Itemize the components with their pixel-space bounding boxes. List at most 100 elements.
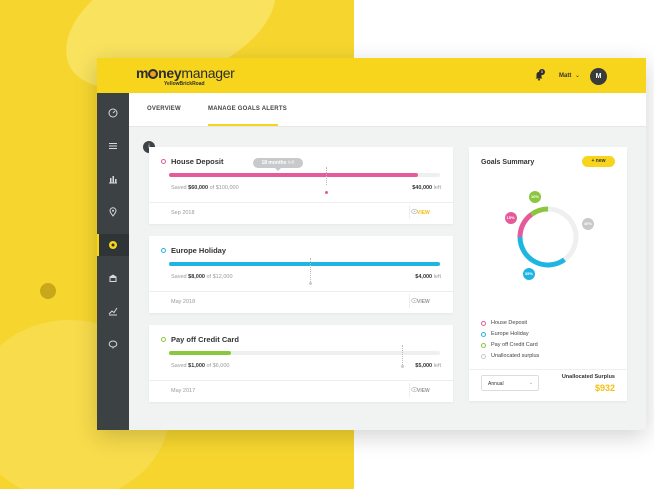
- unallocated-surplus-value: $932: [594, 383, 615, 393]
- goal-progress-track: [169, 351, 440, 355]
- period-select[interactable]: Annual ⌄: [481, 375, 539, 391]
- goal-progress-fill: [169, 173, 419, 177]
- chevron-down-icon: ⌄: [528, 380, 533, 386]
- goal-left-text: $5,000 left: [415, 363, 441, 369]
- target-icon: [109, 241, 117, 249]
- avatar[interactable]: M: [590, 68, 607, 85]
- new-goal-button[interactable]: + new: [582, 156, 615, 167]
- logo-subtitle: YellowBrickRoad: [164, 81, 205, 87]
- donut-slice: [517, 212, 534, 238]
- legend-swatch: [481, 343, 486, 348]
- divider: [409, 294, 410, 308]
- goal-saved-text: Saved $8,000 of $12,000: [171, 274, 233, 280]
- legend-item: Pay off Credit Card: [481, 341, 601, 351]
- goal-name: Pay off Credit Card: [171, 335, 239, 344]
- bar-chart-icon: [109, 176, 117, 184]
- goal-progress-track: [169, 262, 440, 266]
- goal-progress-fill: [169, 351, 232, 355]
- sidebar-item-dashboard[interactable]: [97, 102, 129, 124]
- goal-time-marker-dot: [325, 191, 329, 194]
- goal-progress-fill: [169, 262, 440, 266]
- goal-color-dot: [161, 248, 166, 253]
- goal-card-europe-holiday: Europe Holiday Saved $8,000 of $12,000 $…: [149, 236, 453, 313]
- sidebar-item-trends[interactable]: [97, 300, 129, 322]
- location-pin-icon: [109, 207, 117, 217]
- legend-label: Unallocated surplus: [491, 353, 540, 359]
- goal-card-credit-card: Pay off Credit Card Saved $1,000 of $6,0…: [149, 325, 453, 402]
- goal-time-marker-dot: [308, 282, 312, 285]
- gauge-icon: [108, 108, 118, 118]
- donut-slice: [547, 206, 579, 262]
- menu-icon: [109, 143, 117, 149]
- goal-saved-text: Saved $60,000 of $100,000: [171, 185, 239, 191]
- donut-slice: [530, 206, 549, 217]
- sidebar-item-reports[interactable]: [97, 168, 129, 190]
- notification-badge: 0: [539, 69, 545, 75]
- donut-slice: [517, 236, 566, 268]
- goal-color-dot: [161, 159, 166, 164]
- logo-coin-icon: [148, 69, 159, 79]
- tab-bar: OVERVIEW MANAGE GOALS ALERTS: [129, 93, 646, 127]
- sidebar-item-goals[interactable]: [97, 234, 129, 256]
- goal-name: House Deposit: [171, 157, 224, 166]
- panel-title: Goals Summary: [481, 159, 535, 166]
- donut-percent-label: 40%: [581, 218, 594, 231]
- top-bar: m neymanager YellowBrickRoad 0 Matt ⌄ M: [97, 58, 646, 93]
- tab-overview[interactable]: OVERVIEW: [147, 106, 181, 112]
- background-shape: [40, 283, 56, 299]
- goal-progress-track: [169, 173, 440, 177]
- money-manager-app: mneymanager YellowBrickRoad 0 Matt ⌄ M: [97, 58, 646, 430]
- legend-item: House Deposit: [481, 319, 601, 329]
- divider: [149, 291, 453, 292]
- goals-summary-panel: Goals Summary + new 40% 35% 15% 10% House D…: [469, 147, 627, 401]
- legend-label: House Deposit: [491, 320, 528, 326]
- goal-name: Europe Holiday: [171, 246, 227, 255]
- chevron-down-icon[interactable]: ⌄: [575, 72, 580, 79]
- legend-item: Europe Holiday: [481, 330, 601, 340]
- sidebar-item-location[interactable]: [97, 201, 129, 223]
- active-tab-indicator: [208, 124, 278, 126]
- view-button[interactable]: VIEW: [417, 388, 430, 394]
- legend-label: Europe Holiday: [491, 331, 529, 337]
- months-left-tooltip: 18 months left: [253, 158, 303, 168]
- sidebar-item-menu[interactable]: [97, 135, 129, 157]
- legend-swatch: [481, 332, 486, 337]
- piggy-bank-icon: [108, 340, 118, 349]
- goal-date: May 2018: [171, 299, 196, 305]
- user-menu[interactable]: Matt: [559, 73, 571, 79]
- app-logo[interactable]: m neymanager: [136, 66, 235, 80]
- legend-item: Unallocated surplus: [481, 352, 601, 362]
- unallocated-surplus-label: Unallocated Surplus: [561, 374, 615, 380]
- sidebar-item-savings[interactable]: [97, 333, 129, 355]
- divider: [409, 205, 410, 219]
- divider: [469, 369, 627, 370]
- view-button[interactable]: VIEW: [417, 210, 430, 216]
- goal-time-marker-dot: [401, 365, 405, 368]
- view-button[interactable]: VIEW: [417, 299, 430, 305]
- goal-saved-text: Saved $1,000 of $6,000: [171, 363, 230, 369]
- tab-manage-goals-alerts[interactable]: MANAGE GOALS ALERTS: [208, 106, 287, 112]
- donut-percent-label: 15%: [504, 211, 517, 224]
- goal-left-text: $40,000 left: [412, 185, 441, 191]
- donut-percent-label: 10%: [529, 191, 542, 204]
- goals-donut-chart: [517, 206, 579, 268]
- divider: [149, 380, 453, 381]
- legend-swatch: [481, 321, 486, 326]
- divider: [149, 202, 453, 203]
- legend-label: Pay off Credit Card: [491, 342, 538, 348]
- bank-icon: [109, 274, 117, 282]
- goal-left-text: $4,000 left: [415, 274, 441, 280]
- sidebar-item-bank[interactable]: [97, 267, 129, 289]
- tooltip-arrow: [275, 168, 281, 171]
- legend-swatch: [481, 354, 486, 359]
- goal-date: May 2017: [171, 388, 196, 394]
- period-select-value: Annual: [488, 381, 504, 387]
- goal-time-marker: [326, 167, 328, 185]
- goal-color-dot: [161, 337, 166, 342]
- line-chart-icon: [108, 307, 118, 316]
- goal-time-marker: [402, 345, 404, 365]
- goal-time-marker: [309, 258, 311, 282]
- sidebar: [97, 93, 129, 430]
- goal-date: Sep 2018: [171, 210, 195, 216]
- divider: [409, 383, 410, 397]
